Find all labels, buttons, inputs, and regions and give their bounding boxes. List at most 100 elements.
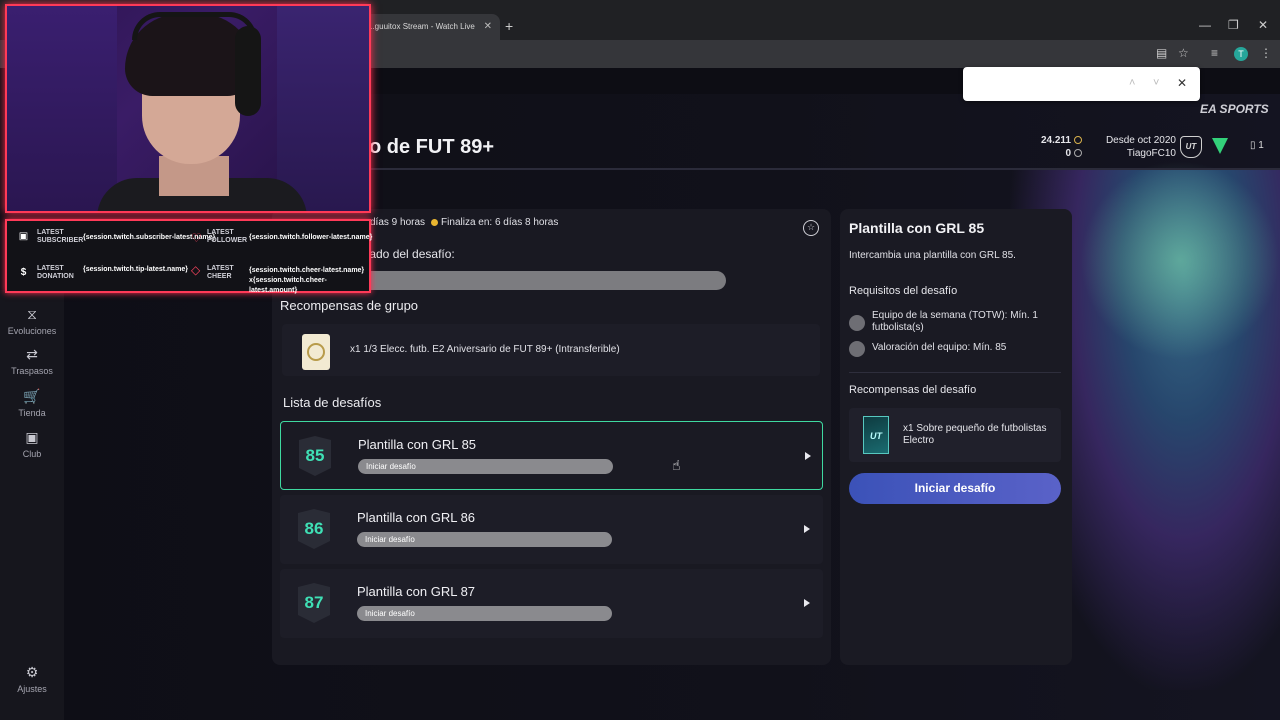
ea-sports-logo: EA SPORTS <box>1200 102 1269 116</box>
evolutions-icon: ⧖ <box>27 306 37 322</box>
bookmark-star-icon[interactable]: ☆ <box>1178 46 1189 60</box>
challenge-card-86[interactable]: 86 Plantilla con GRL 86 Iniciar desafío <box>280 495 823 564</box>
timer-remaining: días 9 horas <box>370 217 426 228</box>
challenge-card-87[interactable]: 87 Plantilla con GRL 87 Iniciar desafío <box>280 569 823 638</box>
nav-transfers-label: Traspasos <box>11 366 53 376</box>
nav-store[interactable]: 🛒 Tienda <box>0 388 64 418</box>
notification-count-value: 1 <box>1258 140 1264 151</box>
division-shield-icon <box>1212 138 1228 154</box>
find-close-icon[interactable]: ✕ <box>1177 76 1187 90</box>
group-reward-item: x1 1/3 Elecc. futb. E2 Aniversario de FU… <box>282 324 820 376</box>
profile-avatar[interactable]: T <box>1234 47 1248 61</box>
rating-badge: 87 <box>298 583 330 623</box>
minimize-icon[interactable]: — <box>1199 18 1211 32</box>
cart-icon: 🛒 <box>23 388 41 404</box>
new-tab-icon[interactable]: + <box>505 18 513 34</box>
window-close-icon[interactable]: ✕ <box>1258 18 1268 32</box>
latest-cheer-label: LATEST CHEER <box>207 265 234 280</box>
points-value: 0 <box>1065 148 1071 159</box>
tab-close-icon[interactable]: ✕ <box>484 21 492 32</box>
club-icon: ▣ <box>25 429 39 445</box>
challenge-status-bar: Iniciar desafío <box>358 459 613 474</box>
play-arrow-icon <box>804 525 810 533</box>
rewards-title: Recompensas del desafío <box>849 384 977 396</box>
divider <box>849 372 1061 373</box>
twitch-icon: ▣ <box>18 231 29 242</box>
latest-follower-label: LATEST FOLLOWER <box>207 229 248 244</box>
group-rewards-title: Recompensas de grupo <box>280 298 419 313</box>
points-icon <box>1074 149 1082 158</box>
user-info: Desde oct 2020 TiagoFC10 <box>1092 134 1176 160</box>
requirement-item: Equipo de la semana (TOTW): Mín. 1 futbo… <box>872 310 1038 333</box>
requirements-title: Requisitos del desafío <box>849 285 958 297</box>
page-info-icon[interactable]: ▤ <box>1156 46 1167 60</box>
latest-subscriber-label: LATEST SUBSCRIBER <box>37 229 84 244</box>
stream-alerts-panel: ▣ LATEST SUBSCRIBER {session.twitch.subs… <box>5 219 373 294</box>
media-icon[interactable]: ≡ <box>1211 46 1218 60</box>
browser-tab-title: ...guuitox Stream - Watch Live <box>368 22 475 31</box>
find-bar[interactable]: ˄ ˅ ✕ <box>963 67 1200 101</box>
rating-badge: 86 <box>298 509 330 549</box>
requirement-status-icon <box>849 341 865 357</box>
start-challenge-button[interactable]: Iniciar desafío <box>849 473 1061 504</box>
challenge-timer: días 9 horas Finaliza en: 6 días 8 horas <box>370 217 558 228</box>
webcam-background <box>7 6 117 211</box>
latest-donation-value: {session.twitch.tip-latest.name} <box>83 266 189 273</box>
rating-badge: 85 <box>299 436 331 476</box>
diamond-icon: ◇ <box>191 263 201 277</box>
challenge-card-85[interactable]: 85 Plantilla con GRL 85 Iniciar desafío <box>280 421 823 490</box>
detail-description: Intercambia una plantilla con GRL 85. <box>849 250 1016 261</box>
electro-pack-icon: UT <box>863 416 889 454</box>
nav-transfers[interactable]: ⇄ Traspasos <box>0 346 64 376</box>
find-next-icon[interactable]: ˅ <box>1153 77 1159 89</box>
webcam-overlay <box>5 4 371 213</box>
challenge-status-bar: Iniciar desafío <box>357 532 612 547</box>
player-pick-pack-icon <box>302 334 330 370</box>
transfers-icon: ⇄ <box>26 346 38 362</box>
alerts-row-top: ▣ LATEST SUBSCRIBER {session.twitch.subs… <box>7 221 373 255</box>
challenge-name: Plantilla con GRL 86 <box>357 510 476 525</box>
favorite-star-icon[interactable]: ☆ <box>803 220 819 236</box>
background-glow-highlight <box>1080 160 1280 360</box>
browser-tab[interactable]: ...guuitox Stream - Watch Live ✕ <box>360 14 500 40</box>
currency-display: 24.211 0 <box>1020 134 1082 160</box>
challenge-reward-item: UT x1 Sobre pequeño de futbolistas Elect… <box>849 408 1061 462</box>
play-arrow-icon <box>804 599 810 607</box>
notification-count[interactable]: ▯ 1 <box>1250 140 1264 151</box>
nav-club-label: Club <box>22 449 42 459</box>
kebab-menu-icon[interactable]: ⋮ <box>1260 46 1272 60</box>
nav-settings-label: Ajustes <box>17 684 47 694</box>
member-since: Desde oct 2020 <box>1105 135 1176 146</box>
page-title: o de FUT 89+ <box>369 136 495 158</box>
nav-settings[interactable]: ⚙ Ajustes <box>0 664 64 694</box>
nav-evolutions-label: Evoluciones <box>7 326 57 336</box>
latest-cheer-value: {session.twitch.cheer-latest.name} x{ses… <box>249 267 365 294</box>
restore-icon[interactable]: ❐ <box>1228 18 1239 32</box>
coin-icon <box>1074 136 1082 145</box>
screen: ...guuitox Stream - Watch Live ✕ + — ❐ ✕… <box>0 0 1280 720</box>
group-reward-text: x1 1/3 Elecc. futb. E2 Aniversario de FU… <box>350 344 620 355</box>
username: TiagoFC10 <box>1126 148 1176 159</box>
clock-icon <box>431 218 439 226</box>
gear-icon: ⚙ <box>25 664 39 680</box>
nav-club[interactable]: ▣ Club <box>0 429 64 459</box>
webcam-background-shelf <box>277 6 369 211</box>
ut-club-badge-icon: UT <box>1180 136 1202 158</box>
coins-value: 24.211 <box>1040 135 1071 146</box>
alerts-row-bottom: $ LATEST DONATION {session.twitch.tip-la… <box>7 257 369 294</box>
dollar-icon: $ <box>20 267 27 278</box>
challenge-name: Plantilla con GRL 87 <box>357 584 476 599</box>
header-divider <box>370 168 1280 170</box>
nav-store-label: Tienda <box>18 408 46 418</box>
timer-ends: Finaliza en: 6 días 8 horas <box>441 217 559 228</box>
challenges-title: Lista de desafíos <box>283 395 382 410</box>
hand-cursor-icon: ☝ <box>672 457 681 473</box>
heart-icon: ♡ <box>191 231 202 245</box>
find-prev-icon[interactable]: ˄ <box>1129 77 1135 89</box>
play-arrow-icon <box>805 452 811 460</box>
latest-follower-value: {session.twitch.follower-latest.name} <box>249 234 373 241</box>
challenge-name: Plantilla con GRL 85 <box>358 437 477 452</box>
headphones-icon <box>235 26 261 116</box>
reward-text: x1 Sobre pequeño de futbolistas Electro <box>903 423 1047 446</box>
nav-evolutions[interactable]: ⧖ Evoluciones <box>0 306 64 336</box>
